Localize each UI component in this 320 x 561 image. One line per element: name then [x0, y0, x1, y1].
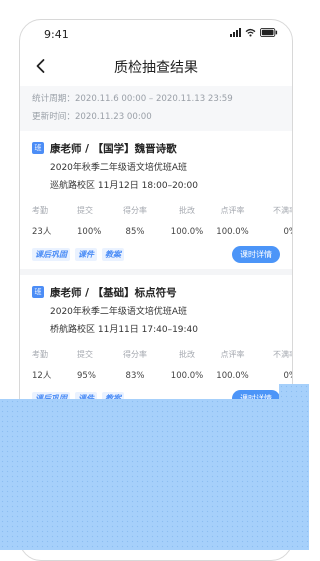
stats-table: 考勤 提交 得分率 批改 点评率 不满率 12人 95% 83% 100.0% … — [32, 347, 292, 385]
update-time: 更新时间：2020.11.23 00:00 — [32, 112, 152, 122]
stat-header-review-rate: 点评率 — [220, 350, 245, 359]
class-card: 班 康老师 / 【基础】标点符号 2020年秋季二年级语文培优班A班 桥航路校区… — [20, 275, 292, 419]
status-bar: 9:41 — [20, 20, 292, 50]
stat-header-score-rate: 得分率 — [123, 206, 147, 215]
stat-header-submit: 提交 — [77, 350, 93, 359]
stat-value-score-rate: 83% — [125, 371, 145, 381]
statistics-period: 统计周期：2020.11.6 00:00 – 2020.11.13 23:59 — [32, 94, 233, 104]
class-name: 2020年秋季二年级语文培优班A班 — [50, 307, 188, 317]
class-card: 班 康老师 / 【国学】魏晋诗歌 2020年秋季二年级语文培优班A班 巡航路校区… — [20, 131, 292, 275]
stat-header-submit: 提交 — [77, 206, 93, 215]
stat-value-grading: 100.0% — [170, 227, 204, 237]
stat-value-score-rate: 85% — [125, 227, 145, 237]
stat-value-dissatisfaction: 0% — [283, 371, 293, 381]
decorative-dot-overlay — [0, 399, 309, 550]
stat-value-review-rate: 100.0% — [216, 371, 249, 381]
stat-value-attendance: 12人 — [32, 371, 52, 381]
stat-header-dissatisfaction: 不满率 — [273, 350, 292, 359]
class-badge-icon: 班 — [32, 286, 44, 298]
stat-header-review-rate: 点评率 — [220, 206, 245, 215]
tag-courseware[interactable]: 课件 — [75, 247, 97, 261]
stat-header-attendance: 考勤 — [32, 206, 48, 215]
stat-header-attendance: 考勤 — [32, 350, 48, 359]
battery-icon — [260, 28, 278, 37]
teacher-row: 班 康老师 / 【国学】魏晋诗歌 — [32, 139, 280, 157]
tag-lesson-plan[interactable]: 教案 — [102, 247, 124, 261]
navigation-bar: 质检抽查结果 — [20, 50, 292, 86]
class-schedule: 桥航路校区 11月11日 17:40–19:40 — [50, 325, 198, 335]
wifi-icon — [245, 28, 256, 37]
class-badge-icon: 班 — [32, 142, 44, 154]
stat-value-submit: 100% — [77, 227, 102, 237]
teacher-lesson: 康老师 / 【国学】魏晋诗歌 — [50, 142, 177, 155]
tag-homework[interactable]: 课后巩固 — [32, 247, 70, 261]
stat-value-attendance: 23人 — [32, 227, 52, 237]
stat-value-submit: 95% — [77, 371, 96, 381]
stat-value-dissatisfaction: 0% — [283, 227, 293, 237]
teacher-lesson: 康老师 / 【基础】标点符号 — [50, 286, 177, 299]
stat-header-dissatisfaction: 不满率 — [273, 206, 292, 215]
stat-value-review-rate: 100.0% — [216, 227, 249, 237]
stat-header-grading: 批改 — [179, 350, 195, 359]
statistics-period-box: 统计周期：2020.11.6 00:00 – 2020.11.13 23:59 … — [20, 86, 292, 131]
class-name: 2020年秋季二年级语文培优班A班 — [50, 163, 188, 173]
card-actions: 课后巩固 课件 教案 课时详情 — [32, 243, 280, 265]
page-title: 质检抽查结果 — [114, 60, 198, 76]
decorative-overlay-notch — [279, 384, 309, 400]
lesson-detail-button[interactable]: 课时详情 — [232, 245, 280, 263]
class-schedule: 巡航路校区 11月12日 18:00–20:00 — [50, 181, 198, 191]
signal-icon — [230, 28, 241, 37]
teacher-row: 班 康老师 / 【基础】标点符号 — [32, 283, 280, 301]
stat-value-grading: 100.0% — [170, 371, 204, 381]
stats-table: 考勤 提交 得分率 批改 点评率 不满率 23人 100% 85% 100.0%… — [32, 203, 292, 241]
status-time: 9:41 — [44, 28, 69, 41]
stat-header-grading: 批改 — [179, 206, 195, 215]
stat-header-score-rate: 得分率 — [123, 350, 147, 359]
status-icons — [230, 28, 278, 37]
